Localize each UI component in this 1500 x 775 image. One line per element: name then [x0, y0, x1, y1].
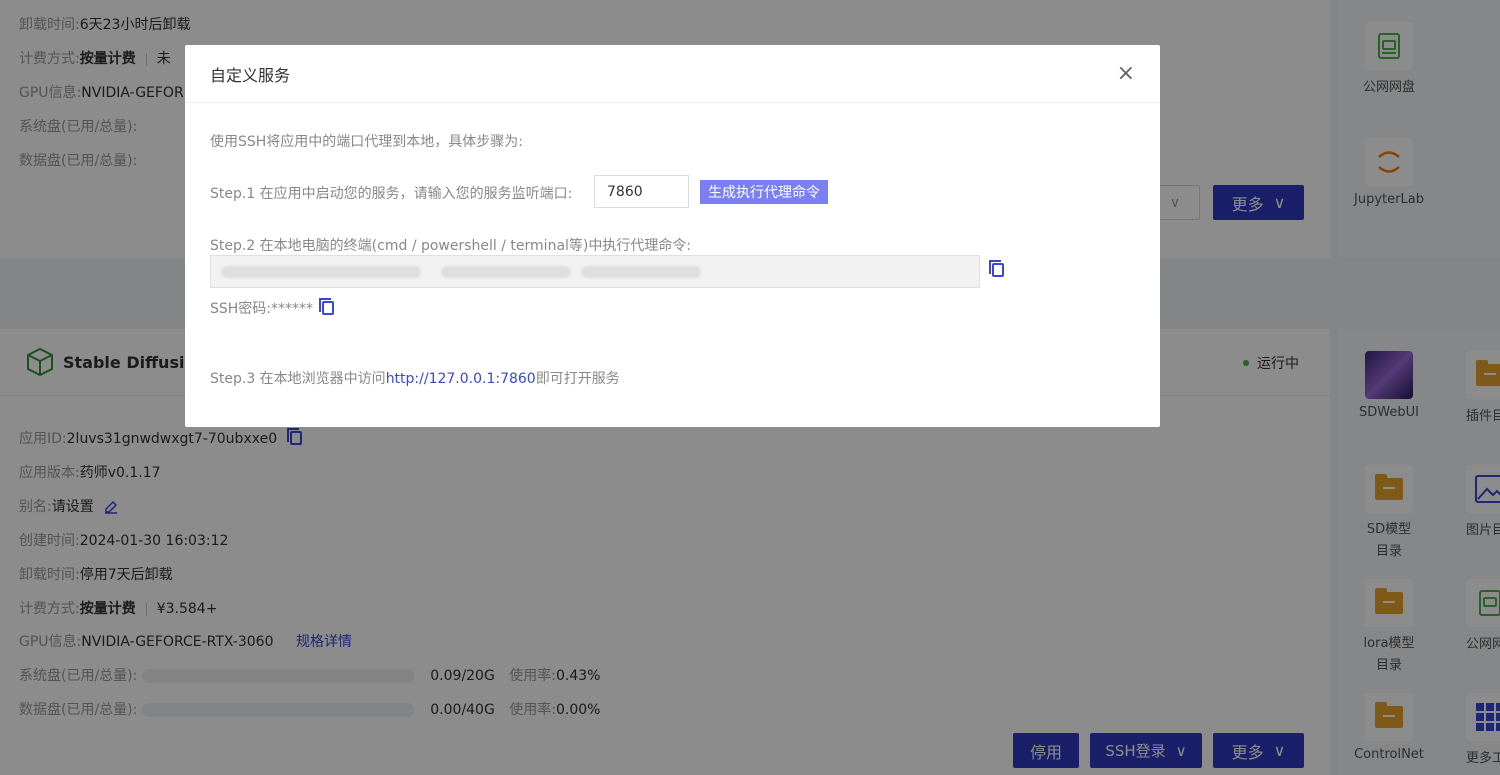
step3-text: Step.3 在本地浏览器中访问http://127.0.0.1:7860即可打…: [210, 371, 620, 387]
generate-command-button[interactable]: 生成执行代理命令: [700, 180, 828, 204]
step1-text: Step.1 在应用中启动您的服务，请输入您的服务监听端口:: [210, 186, 573, 202]
modal-header: 自定义服务 ×: [185, 45, 1160, 103]
intro-text: 使用SSH将应用中的端口代理到本地，具体步骤为:: [210, 134, 524, 150]
close-icon[interactable]: ×: [1117, 61, 1135, 86]
ssh-password-row: SSH密码:******: [210, 301, 314, 317]
step2-text: Step.2 在本地电脑的终端(cmd / powershell / termi…: [210, 238, 692, 254]
local-service-link[interactable]: http://127.0.0.1:7860: [386, 371, 536, 387]
copy-command-icon[interactable]: [989, 260, 1004, 277]
modal-title: 自定义服务: [210, 65, 291, 85]
custom-service-modal: 自定义服务 × 使用SSH将应用中的端口代理到本地，具体步骤为: Step.1 …: [185, 45, 1160, 427]
copy-password-icon[interactable]: [319, 298, 334, 315]
port-input[interactable]: [594, 175, 689, 208]
proxy-command-field[interactable]: [210, 255, 980, 288]
